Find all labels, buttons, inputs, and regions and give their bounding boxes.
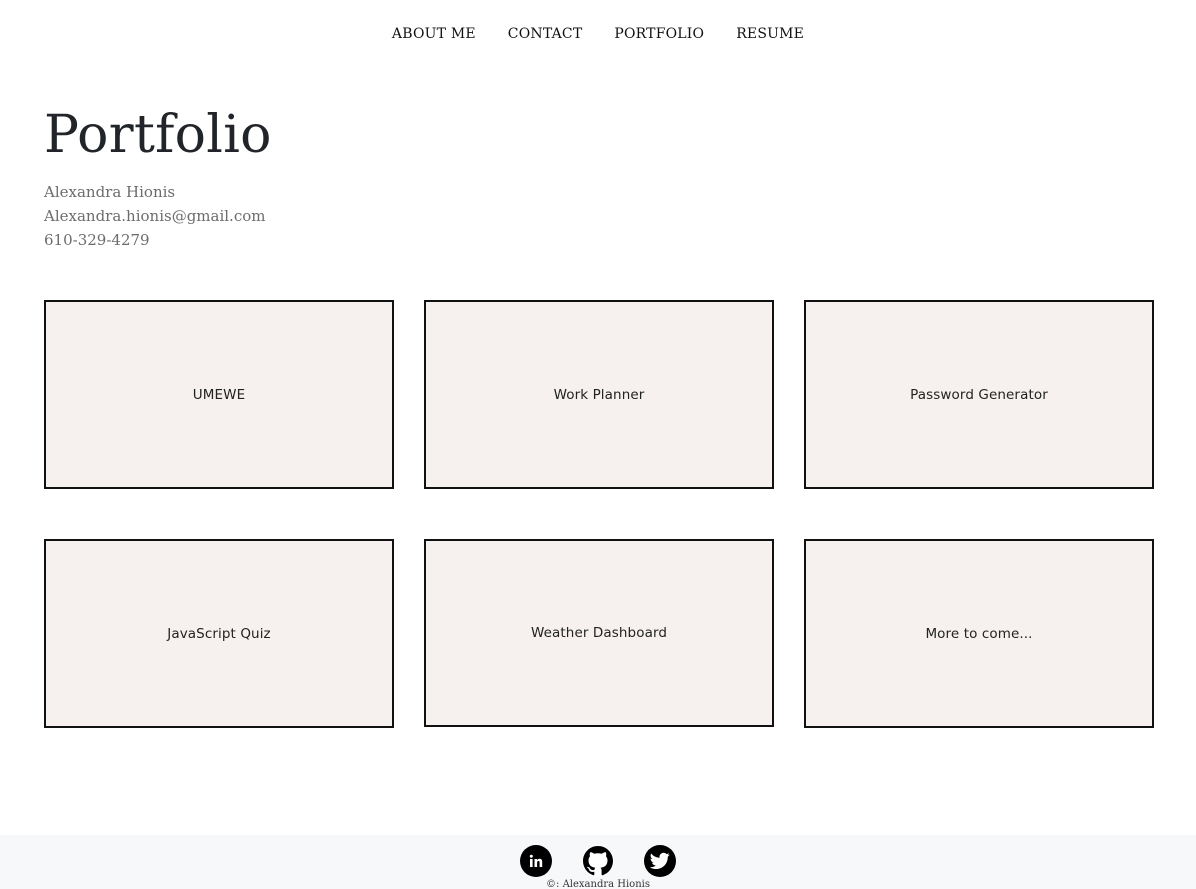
project-card-label: Weather Dashboard [530,625,668,641]
page-title: Portfolio [44,105,272,165]
project-card-more-to-come[interactable]: More to come... [804,539,1154,728]
top-nav: ABOUT ME CONTACT PORTFOLIO RESUME [0,24,1196,44]
project-card-weather-dashboard[interactable]: Weather Dashboard [424,539,774,727]
linkedin-icon [528,853,544,869]
project-card-label: Password Generator [910,386,1048,403]
author-phone: 610-329-4279 [44,231,150,249]
github-icon [582,845,614,877]
author-email: Alexandra.hionis@gmail.com [44,207,266,225]
project-card-javascript-quiz[interactable]: JavaScript Quiz [44,539,394,728]
project-card-password-generator[interactable]: Password Generator [804,300,1154,489]
github-link[interactable] [582,845,614,877]
footer: ©: Alexandra Hionis [0,835,1196,889]
nav-link-about-me[interactable]: ABOUT ME [392,24,476,44]
nav-link-portfolio[interactable]: PORTFOLIO [614,24,704,44]
project-card-work-planner[interactable]: Work Planner [424,300,774,489]
project-card-label: UMEWE [192,386,246,403]
page-header: Portfolio Alexandra Hionis Alexandra.hio… [44,102,272,252]
project-card-umewe[interactable]: UMEWE [44,300,394,489]
twitter-link[interactable] [644,845,676,877]
project-card-label: JavaScript Quiz [167,625,271,642]
social-links [0,845,1196,877]
author-name: Alexandra Hionis [44,183,176,201]
nav-link-contact[interactable]: CONTACT [508,24,583,44]
copyright: ©: Alexandra Hionis [546,879,650,889]
project-card-label: Work Planner [553,386,645,403]
project-card-label: More to come... [925,625,1033,642]
linkedin-link[interactable] [520,845,552,877]
nav-link-resume[interactable]: RESUME [736,24,804,44]
contact-info: Alexandra Hionis Alexandra.hionis@gmail.… [44,180,272,252]
page: ABOUT ME CONTACT PORTFOLIO RESUME Portfo… [0,0,1196,889]
twitter-icon [650,852,670,870]
